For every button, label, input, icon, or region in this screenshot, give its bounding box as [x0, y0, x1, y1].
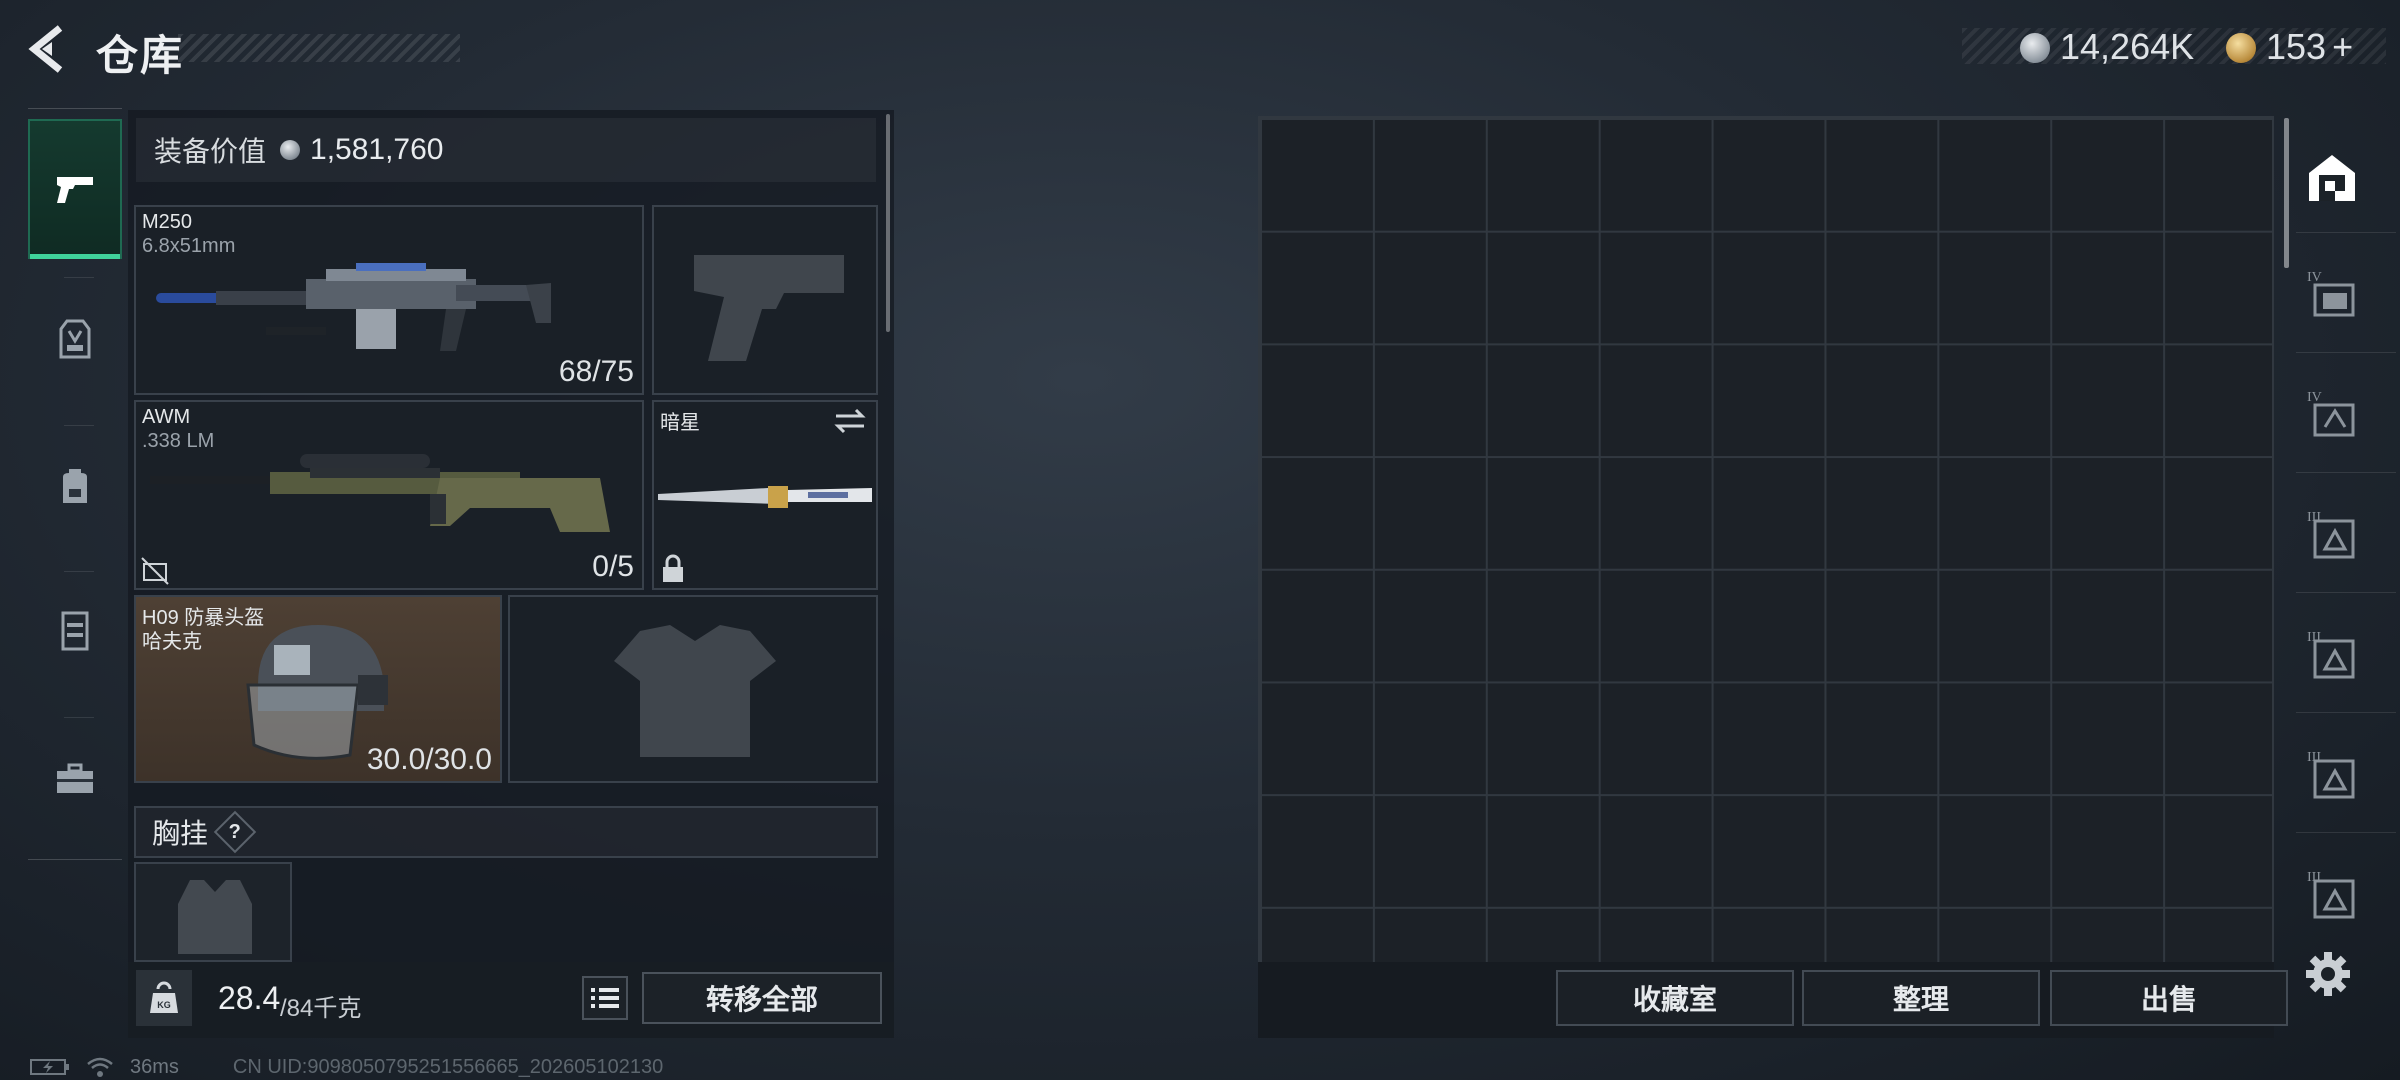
storage-tab-4[interactable]: III: [2300, 502, 2364, 566]
help-symbol: ?: [228, 820, 242, 843]
melee-weapon-slot[interactable]: 暗星: [652, 400, 878, 590]
kg-label: KG: [157, 1000, 171, 1010]
helmet-brand: 哈夫克: [142, 631, 202, 653]
list-view-button[interactable]: [582, 976, 628, 1020]
silver-currency-amount: 14,264K: [2060, 26, 2195, 67]
help-icon[interactable]: ?: [213, 810, 257, 854]
chest-rig-label: 胸挂: [152, 818, 209, 849]
weapon-ammo-count: 0/5: [592, 550, 634, 583]
nav-gear[interactable]: [28, 269, 122, 409]
storage-box-iii-icon: III: [2307, 630, 2355, 679]
vest-icon: [59, 319, 91, 359]
storage-tab-6[interactable]: III: [2300, 742, 2364, 806]
gold-currency-amount: 153: [2266, 26, 2327, 67]
ping-text: 36ms: [130, 1055, 179, 1078]
status-bar: 36ms CN UID:9098050795251556665_20260510…: [30, 1054, 663, 1080]
weight-max: /84千克: [280, 995, 362, 1022]
case-icon: [61, 611, 89, 651]
storage-tab-7[interactable]: III: [2300, 862, 2364, 926]
storage-box-iv-icon: IV: [2307, 270, 2355, 317]
storage-tab-5[interactable]: III: [2300, 622, 2364, 686]
nav-container[interactable]: [28, 561, 122, 701]
equipment-value-label: 装备价值: [154, 136, 267, 167]
home-storage-icon: [2309, 155, 2355, 201]
weight-icon: KG: [136, 970, 192, 1026]
storage-grid[interactable]: [1258, 116, 2274, 964]
armor-silhouette-icon: [614, 625, 776, 757]
storage-box-iii-icon: III: [2307, 870, 2355, 919]
chest-rig-header: 胸挂 ?: [134, 806, 878, 858]
knife-icon: [658, 486, 872, 508]
equipment-value-amount: 1,581,760: [310, 133, 444, 166]
storage-box-iii-icon: III: [2307, 510, 2355, 559]
page-title: 仓库: [96, 32, 185, 79]
chest-rig-slot[interactable]: [134, 862, 292, 962]
melee-name: 暗星: [660, 412, 700, 434]
organize-button[interactable]: 整理: [1802, 970, 2040, 1026]
sell-button[interactable]: 出售: [2050, 970, 2288, 1026]
pistol-silhouette-icon: [694, 255, 844, 361]
backpack-icon: [63, 469, 87, 503]
weight-current: 28.4: [218, 980, 281, 1016]
title-decoration: [178, 34, 460, 62]
storage-tab-2[interactable]: IV: [2300, 262, 2364, 326]
settings-gear-icon[interactable]: [2304, 950, 2352, 998]
pistol-slot[interactable]: [652, 205, 878, 395]
storage-tab-3[interactable]: IV: [2300, 382, 2364, 446]
gold-currency-group: 153 +: [2266, 26, 2353, 68]
helmet-durability: 30.0/30.0: [366, 743, 492, 776]
helmet-slot[interactable]: H09 防暴头盔 哈夫克 30.0/30.0: [134, 595, 502, 783]
toolbox-icon: [57, 763, 93, 793]
storage-box-iii-icon: III: [2307, 750, 2355, 799]
uid-text: CN UID:9098050795251556665_202605102130: [232, 1055, 664, 1078]
primary-weapon-slot[interactable]: M250 6.8x51mm 68/75: [134, 205, 644, 395]
list-icon: [591, 988, 619, 1008]
equipment-value-bar: 装备价值 1,581,760: [136, 118, 876, 182]
tier-label: IV: [2307, 390, 2322, 405]
body-armor-slot[interactable]: [508, 595, 878, 783]
transfer-all-button[interactable]: 转移全部: [642, 972, 882, 1024]
battery-charging-icon: [30, 1059, 69, 1075]
machine-gun-icon: [156, 263, 551, 351]
weapon-name: M250: [142, 211, 193, 233]
weapon-ammo-count: 68/75: [558, 355, 634, 388]
nav-toolbox[interactable]: [28, 709, 122, 849]
wifi-icon: [87, 1057, 113, 1077]
lock-icon: [663, 554, 683, 582]
category-nav: [28, 108, 122, 860]
storage-tab-home[interactable]: [2300, 146, 2364, 210]
silver-coin-icon: [2020, 33, 2050, 63]
collection-room-button[interactable]: 收藏室: [1556, 970, 1794, 1026]
pistol-icon: [57, 177, 93, 203]
nav-weapons[interactable]: [28, 119, 122, 259]
gold-coin-icon: [2226, 33, 2256, 63]
swap-icon[interactable]: [832, 406, 868, 436]
storage-box-iv-icon: IV: [2307, 390, 2355, 437]
silver-coin-icon: [280, 140, 301, 160]
kettlebell-icon: KG: [150, 981, 178, 1013]
weapon-name: AWM: [142, 406, 191, 428]
sniper-rifle-icon: [150, 454, 610, 532]
chest-rig-silhouette-icon: [178, 880, 252, 954]
nav-backpack[interactable]: [28, 415, 122, 555]
equipment-scrollbar[interactable]: [886, 114, 890, 332]
no-scope-icon: [141, 557, 169, 585]
storage-tabs-scrollbar[interactable]: [2284, 118, 2289, 268]
tier-label: IV: [2307, 270, 2322, 285]
secondary-weapon-slot[interactable]: AWM .338 LM 0/5: [134, 400, 644, 590]
add-currency-button[interactable]: +: [2332, 26, 2353, 68]
back-arrow-icon[interactable]: [24, 20, 74, 78]
